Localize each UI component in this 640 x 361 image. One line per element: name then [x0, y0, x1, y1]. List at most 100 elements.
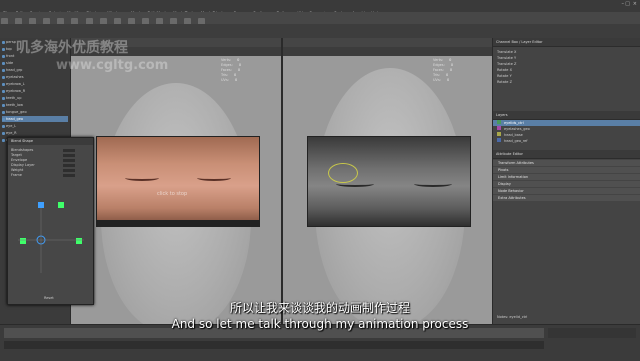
outliner-item-label: front [6, 54, 15, 58]
outliner-item-label: eyebrow_R [6, 89, 26, 93]
outliner-item[interactable]: eyebrow_R [2, 88, 68, 94]
mesh-icon [2, 96, 5, 100]
blend-shape-row-label: Weight [11, 168, 24, 172]
blend-shape-field[interactable] [63, 169, 75, 172]
hud-label: Edges: [433, 63, 445, 67]
outliner-item-label: tongue_geo [6, 110, 27, 114]
hud-label: Verts: [221, 58, 232, 62]
subtitles: 所以让我来谈谈我的动画制作过程 And so let me talk throu… [0, 300, 640, 332]
subtitle-english: And so let me talk through my animation … [171, 317, 469, 331]
attr-section[interactable]: Transform Attributes [493, 160, 640, 166]
hud-value: 0 [234, 78, 238, 82]
subtitle-chinese: 所以让我来谈谈我的动画制作过程 [229, 301, 410, 315]
mesh-icon [2, 124, 5, 128]
render-eye-right [414, 181, 452, 187]
attr-section[interactable]: Limit Information [493, 174, 640, 180]
ctrl-handle-top[interactable] [38, 202, 44, 208]
blend-shape-field[interactable] [63, 159, 75, 162]
outliner-item-label: eye_R [6, 131, 17, 135]
watermark-url: www.cgltg.com [56, 58, 169, 73]
ctrl-handle-right[interactable] [76, 238, 82, 244]
blend-shape-field[interactable] [63, 154, 75, 157]
attribute-editor-header: Attribute Editor [493, 150, 640, 159]
layer-label: eyelids_ctrl [504, 121, 524, 125]
outliner-item-label: teeth_low [6, 103, 23, 107]
right-viewport[interactable]: ViewShadingLightingShowRendererPanels Ve… [283, 38, 492, 324]
layer-color-swatch [497, 132, 501, 136]
ref-caption: click to stop [157, 191, 188, 197]
hud-value: 0 [449, 68, 453, 72]
maximize-icon[interactable]: □ [625, 1, 630, 7]
close-icon[interactable]: × [633, 1, 637, 7]
hud-value: 0 [237, 58, 240, 62]
ctrl-handle-top-right[interactable] [58, 202, 64, 208]
hud-value: 0 [450, 63, 454, 67]
range-slider[interactable] [4, 341, 544, 349]
mesh-icon [2, 61, 5, 65]
outliner-item[interactable]: teeth_up [2, 95, 68, 101]
mesh-icon [2, 40, 5, 44]
blend-shape-title: Blend Shape [8, 138, 93, 145]
outliner-item-label: eyebrow_L [6, 82, 25, 86]
outliner-item[interactable]: eyelashes [2, 74, 68, 80]
blend-shape-row-label: Display Layer [11, 163, 35, 167]
outliner-item-label: side [6, 61, 14, 65]
outliner-item[interactable]: teeth_low [2, 102, 68, 108]
ctrl-handle-left[interactable] [20, 238, 26, 244]
outliner-item[interactable]: eyebrow_L [2, 81, 68, 87]
left-hud: Verts: 0 Edges: 0 Faces: 0 Tris: 0 UVs: 0 [221, 58, 241, 83]
minimize-icon[interactable]: – [622, 1, 625, 7]
mesh-icon [2, 131, 5, 135]
right-hud: Verts: 0 Edges: 0 Faces: 0 Tris: 0 UVs: 0 [433, 58, 453, 83]
attr-section[interactable]: Extra Attributes [493, 195, 640, 201]
blend-shape-window: Blend Shape Blendshapes Target Envelope Dis… [7, 137, 94, 305]
blend-shape-field[interactable] [63, 149, 75, 152]
layers-header: Layers [493, 111, 640, 120]
control-layout-diagram [18, 202, 84, 273]
hud-label: Faces: [433, 68, 444, 72]
left-viewport[interactable]: ViewShadingLightingShowRendererPanels Ve… [71, 38, 281, 324]
attr-section[interactable]: Display [493, 181, 640, 187]
hud-row: UVs: 0 [433, 78, 453, 83]
attr-section[interactable]: Pivots [493, 167, 640, 173]
shelf [0, 24, 640, 39]
outliner-item-label: head_grp [6, 68, 23, 72]
attr-section[interactable]: Node Behavior [493, 188, 640, 194]
outliner-item[interactable]: eye_L [2, 123, 68, 129]
hud-value: 0 [446, 78, 450, 82]
mesh-icon [2, 47, 5, 51]
eye-region-render [307, 136, 471, 227]
hud-value: 0 [237, 68, 241, 72]
watermark-text: 叽多海外优质教程 [16, 40, 128, 56]
blend-shape-row-label: Frame [11, 173, 22, 177]
blend-shape-row: Frame [8, 173, 93, 178]
reference-video[interactable]: click to stop [96, 136, 260, 227]
outliner-item[interactable]: eye_R [2, 130, 68, 136]
layer-color-swatch [497, 120, 501, 124]
channel-row[interactable]: Rotate Z [493, 79, 640, 85]
hud-label: Edges: [221, 63, 233, 67]
outliner-item-label: teeth_up [6, 96, 22, 100]
mesh-icon [2, 89, 5, 93]
hud-value: 0 [238, 63, 242, 67]
blend-shape-field[interactable] [63, 164, 75, 167]
video-controls[interactable] [97, 220, 259, 226]
mesh-icon [2, 68, 5, 72]
hud-row: UVs: 0 [221, 78, 241, 83]
mesh-icon [2, 103, 5, 107]
hud-label: UVs: [221, 78, 229, 82]
channel-box-panel: Channel Box / Layer Editor Translate X Tr… [492, 38, 640, 324]
outliner-item[interactable]: head_geo [2, 116, 68, 122]
mesh-icon [2, 138, 5, 142]
mesh-icon [2, 75, 5, 79]
layer-item[interactable]: head_geo_ref [493, 138, 640, 144]
channel-box-header: Channel Box / Layer Editor [493, 38, 640, 47]
blend-shape-row-label: Blendshapes [11, 148, 34, 152]
eyelid-curve-control[interactable] [328, 163, 358, 183]
ref-eye-right [197, 175, 231, 181]
outliner-item[interactable]: tongue_geo [2, 109, 68, 115]
layer-label: head_geo_ref [504, 139, 528, 143]
mesh-icon [2, 54, 5, 58]
blend-shape-field[interactable] [63, 174, 75, 177]
outliner-item-label: persp [6, 40, 16, 44]
